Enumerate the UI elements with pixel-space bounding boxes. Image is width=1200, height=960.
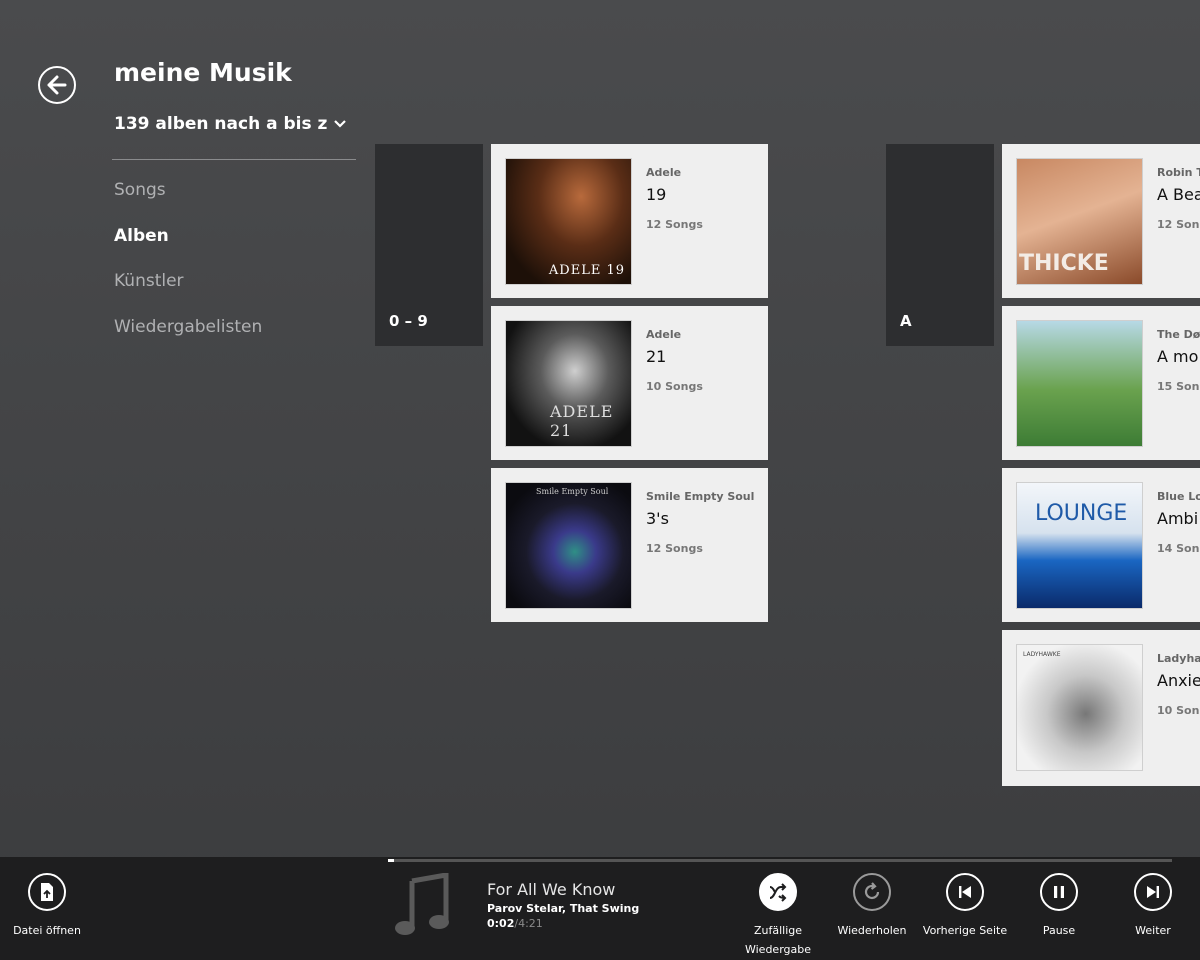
album-artist: Adele [646,166,682,179]
album-artist: Adele [646,328,682,341]
album-cover: ADELE 19 [505,158,632,285]
playback-progress-fill [388,859,395,862]
pause-icon [1054,886,1064,898]
header-divider [112,159,356,160]
album-tile[interactable]: ADELE 19 Adele 19 12 Songs [491,144,768,298]
nav-item-songs[interactable]: Songs [114,180,262,226]
album-cover: ADELE 21 [505,320,632,447]
album-song-count: 14 Song [1157,542,1200,555]
sort-dropdown[interactable]: 139 alben nach a bis z [114,114,347,134]
album-title: 3's [646,509,669,528]
album-cover [1016,320,1143,447]
cover-text: LADYHAWKE [1023,651,1061,658]
cover-text: LOUNGE [1035,501,1128,526]
view-nav: Songs Alben Künstler Wiedergabelisten [114,180,262,362]
file-open-icon [41,883,53,901]
shuffle-label: Zufällige Wiedergabe [744,924,811,956]
track-duration: /4:21 [514,917,543,930]
album-tile[interactable]: The Dø A mo 15 Song [1002,306,1200,460]
chevron-down-icon [334,120,347,128]
skip-next-icon [1147,886,1159,898]
cover-text: THICKE [1019,251,1109,276]
album-song-count: 12 Songs [646,218,703,231]
playback-progress-bar[interactable] [388,859,1172,862]
album-song-count: 12 Songs [646,542,703,555]
back-button[interactable] [38,66,76,104]
album-tile[interactable]: ADELE 21 Adele 21 10 Songs [491,306,768,460]
repeat-button[interactable]: Wiederholen [822,873,922,940]
album-artist: Ladyhaw [1157,652,1200,665]
album-song-count: 12 Song [1157,218,1200,231]
current-time: 0:02 [487,917,515,930]
album-title: Ambi Earth [1157,509,1200,528]
shuffle-icon [769,883,787,902]
album-cover: LADYHAWKE [1016,644,1143,771]
album-cover: THICKE [1016,158,1143,285]
cover-text: Smile Empty Soul [536,487,609,496]
nav-item-albums[interactable]: Alben [114,226,262,272]
album-song-count: 10 Songs [646,380,703,393]
nav-item-artists[interactable]: Künstler [114,271,262,317]
album-tile[interactable]: Smile Empty Soul Smile Empty Soul 3's 12… [491,468,768,622]
album-tile[interactable]: LADYHAWKE Ladyhaw Anxie 10 Song [1002,630,1200,786]
album-cover: LOUNGE [1016,482,1143,609]
next-button[interactable]: Weiter [1103,873,1200,940]
album-artist: Smile Empty Soul [646,490,755,503]
now-playing-time: 0:02/4:21 [487,917,543,930]
repeat-icon [864,882,880,900]
album-title: 19 [646,185,667,204]
album-artist: Blue Lou [1157,490,1200,503]
skip-previous-icon [959,886,971,898]
album-title: A Bea World [1157,185,1200,204]
repeat-label: Wiederholen [837,924,907,937]
cover-text: ADELE 21 [550,402,614,440]
pause-label: Pause [1042,924,1076,937]
page-title: meine Musik [114,58,292,87]
album-tile[interactable]: LOUNGE Blue Lou Ambi Earth 14 Song [1002,468,1200,622]
now-playing-title: For All We Know [487,880,616,899]
nav-item-playlists[interactable]: Wiedergabelisten [114,317,262,363]
previous-button[interactable]: Vorherige Seite [915,873,1015,940]
album-title: 21 [646,347,667,366]
next-label: Weiter [1135,924,1171,937]
arrow-left-icon [47,75,67,95]
group-header-a[interactable]: A [886,144,994,346]
now-playing-artist: Parov Stelar, That Swing [487,902,640,915]
album-tile[interactable]: THICKE Robin Th A Bea World 12 Song [1002,144,1200,298]
music-note-icon [395,873,449,935]
sort-label: 139 alben nach a bis z [114,114,328,134]
album-song-count: 10 Song [1157,704,1200,717]
album-song-count: 15 Song [1157,380,1200,393]
open-file-button[interactable]: Datei öffnen [0,873,97,940]
album-title: Anxie [1157,671,1200,690]
shuffle-button[interactable]: Zufällige Wiedergabe [728,873,828,959]
pause-button[interactable]: Pause [1009,873,1109,940]
album-artist: Robin Th [1157,166,1200,179]
group-header-0-9[interactable]: 0 – 9 [375,144,483,346]
previous-label: Vorherige Seite [922,924,1008,937]
open-file-label: Datei öffnen [13,924,81,937]
cover-text: ADELE 19 [548,263,625,278]
album-artist: The Dø [1157,328,1200,341]
album-cover: Smile Empty Soul [505,482,632,609]
album-title: A mo [1157,347,1199,366]
